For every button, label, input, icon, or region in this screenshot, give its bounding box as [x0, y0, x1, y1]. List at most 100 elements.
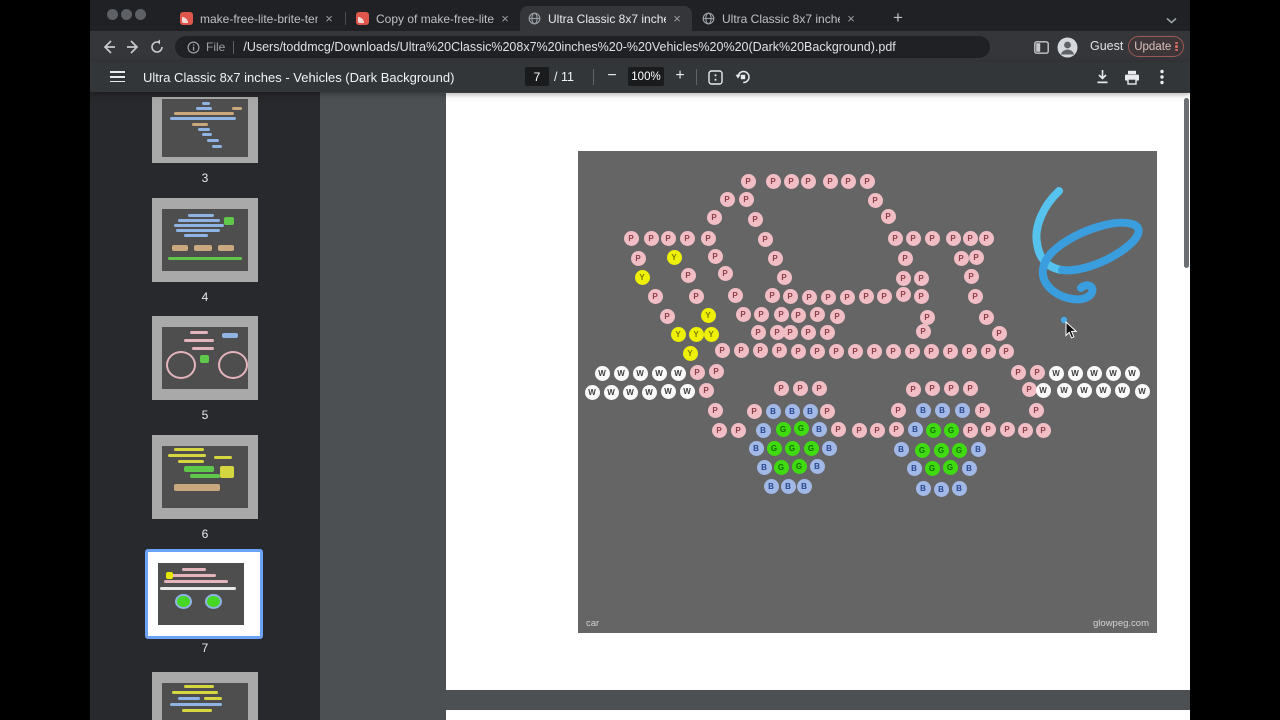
peg-dot-pink: P: [886, 344, 901, 359]
thumbnail-speck: [202, 133, 212, 136]
thumbnail-speck: [192, 123, 208, 126]
thumbnail-speck: [184, 339, 214, 342]
print-icon[interactable]: [1123, 68, 1141, 86]
thumbnail-speck: [190, 474, 220, 478]
peg-dot-blue: B: [781, 479, 796, 494]
thumbnail-speck: [170, 117, 236, 120]
viewer-content: 34567 car glowpeg.com PPPPPPPPPPPPPPPPPP…: [90, 92, 1190, 720]
page-total-label: / 11: [554, 70, 574, 84]
peg-dot-yellow: Y: [635, 270, 650, 285]
peg-dot-green: G: [925, 461, 940, 476]
thumbnail-speck: [166, 351, 196, 379]
peg-dot-white: W: [595, 366, 610, 381]
peg-dot-pink: P: [870, 423, 885, 438]
toolbar-divider: [593, 69, 594, 85]
peg-dot-pink: P: [905, 344, 920, 359]
url-separator: [233, 41, 234, 54]
reload-button[interactable]: [146, 36, 168, 58]
peg-dot-pink: P: [791, 308, 806, 323]
new-tab-button[interactable]: +: [887, 7, 909, 29]
zoom-in-button[interactable]: +: [670, 66, 690, 86]
peg-dot-pink: P: [784, 174, 799, 189]
traffic-light-close[interactable]: [107, 9, 118, 20]
tab-close-icon[interactable]: ×: [670, 12, 684, 26]
doc-favicon-icon: [356, 12, 369, 25]
peg-dot-white: W: [1106, 366, 1121, 381]
peg-board: car glowpeg.com PPPPPPPPPPPPPPPPPPPPPPPP…: [578, 151, 1157, 633]
rotate-icon[interactable]: [734, 68, 752, 86]
menu-icon[interactable]: [110, 71, 125, 85]
peg-dot-blue: B: [894, 442, 909, 457]
tab-4[interactable]: Ultra Classic 8x7 inches - Vehi×: [694, 6, 866, 31]
peg-dot-blue: B: [916, 403, 931, 418]
zoom-out-button[interactable]: −: [602, 66, 622, 86]
peg-dot-pink: P: [701, 231, 716, 246]
thumbnail-page-5[interactable]: [152, 316, 258, 400]
peg-dot-pink: P: [1018, 423, 1033, 438]
peg-dot-pink: P: [963, 231, 978, 246]
scrollbar-thumb[interactable]: [1184, 98, 1189, 268]
tab-label: make-free-lite-brite-template: [200, 12, 318, 26]
thumbnail-page-hidden-5[interactable]: [152, 672, 258, 720]
tab-separator: [345, 12, 346, 25]
peg-dot-pink: P: [793, 381, 808, 396]
pdf-viewport[interactable]: car glowpeg.com PPPPPPPPPPPPPPPPPPPPPPPP…: [320, 92, 1190, 720]
peg-dot-pink: P: [810, 344, 825, 359]
back-button[interactable]: [98, 36, 120, 58]
watermark: glowpeg.com: [1093, 618, 1149, 629]
tab-1[interactable]: make-free-lite-brite-template ×: [172, 6, 344, 31]
peg-dot-pink: P: [644, 231, 659, 246]
profile-label: Guest: [1090, 39, 1123, 53]
zoom-level[interactable]: 100%: [628, 67, 664, 86]
download-icon[interactable]: [1093, 68, 1111, 86]
avatar[interactable]: [1056, 36, 1078, 58]
tab-2[interactable]: Copy of make-free-lite-brite-te×: [348, 6, 520, 31]
peg-dot-pink: P: [889, 422, 904, 437]
peg-dot-pink: P: [964, 269, 979, 284]
thumbnail-speck: [175, 594, 192, 609]
fit-page-icon[interactable]: [706, 68, 724, 86]
thumbnail-page-4[interactable]: [152, 198, 258, 282]
peg-dot-pink: P: [888, 231, 903, 246]
tab-close-icon[interactable]: ×: [498, 12, 512, 26]
peg-dot-pink: P: [946, 231, 961, 246]
peg-dot-pink: P: [896, 271, 911, 286]
peg-dot-white: W: [1115, 383, 1130, 398]
thumbnail-speck: [174, 112, 234, 115]
traffic-light-zoom[interactable]: [135, 9, 146, 20]
peg-dot-green: G: [915, 443, 930, 458]
tab-close-icon[interactable]: ×: [322, 12, 336, 26]
info-icon[interactable]: [187, 41, 200, 54]
peg-dot-pink: P: [820, 404, 835, 419]
peg-dot-pink: P: [772, 343, 787, 358]
thumbnail-speck: [172, 691, 218, 694]
peg-dot-pink: P: [962, 344, 977, 359]
traffic-light-minimize[interactable]: [121, 9, 132, 20]
tab-close-icon[interactable]: ×: [844, 12, 858, 26]
kebab-icon[interactable]: [1153, 68, 1171, 86]
chevron-down-icon[interactable]: [1166, 11, 1177, 29]
peg-dot-pink: P: [868, 193, 883, 208]
peg-dot-pink: P: [720, 192, 735, 207]
peg-dot-pink: P: [680, 231, 695, 246]
thumbnail-speck: [174, 224, 224, 227]
update-button[interactable]: Update: [1128, 36, 1184, 57]
peg-dot-pink: P: [754, 307, 769, 322]
page-number-input[interactable]: 7: [525, 67, 549, 86]
peg-dot-green: G: [785, 441, 800, 456]
thumbnail-page-7[interactable]: [145, 549, 263, 639]
peg-dot-pink: P: [914, 289, 929, 304]
peg-dot-pink: P: [812, 381, 827, 396]
tab-3[interactable]: Ultra Classic 8x7 inches - Vehi×: [520, 6, 692, 31]
thumbnail-speck: [166, 572, 173, 579]
url-bar[interactable]: File /Users/toddmcg/Downloads/Ultra%20Cl…: [175, 36, 990, 58]
side-panel-icon[interactable]: [1030, 36, 1052, 58]
thumbnail-page-3[interactable]: [152, 97, 258, 163]
thumbnail-speck: [170, 703, 222, 706]
thumbnail-page-6[interactable]: [152, 435, 258, 519]
peg-dot-pink: P: [715, 343, 730, 358]
thumbnail-speck: [232, 107, 242, 110]
peg-dot-blue: B: [952, 481, 967, 496]
forward-button[interactable]: [122, 36, 144, 58]
peg-dot-pink: P: [840, 290, 855, 305]
